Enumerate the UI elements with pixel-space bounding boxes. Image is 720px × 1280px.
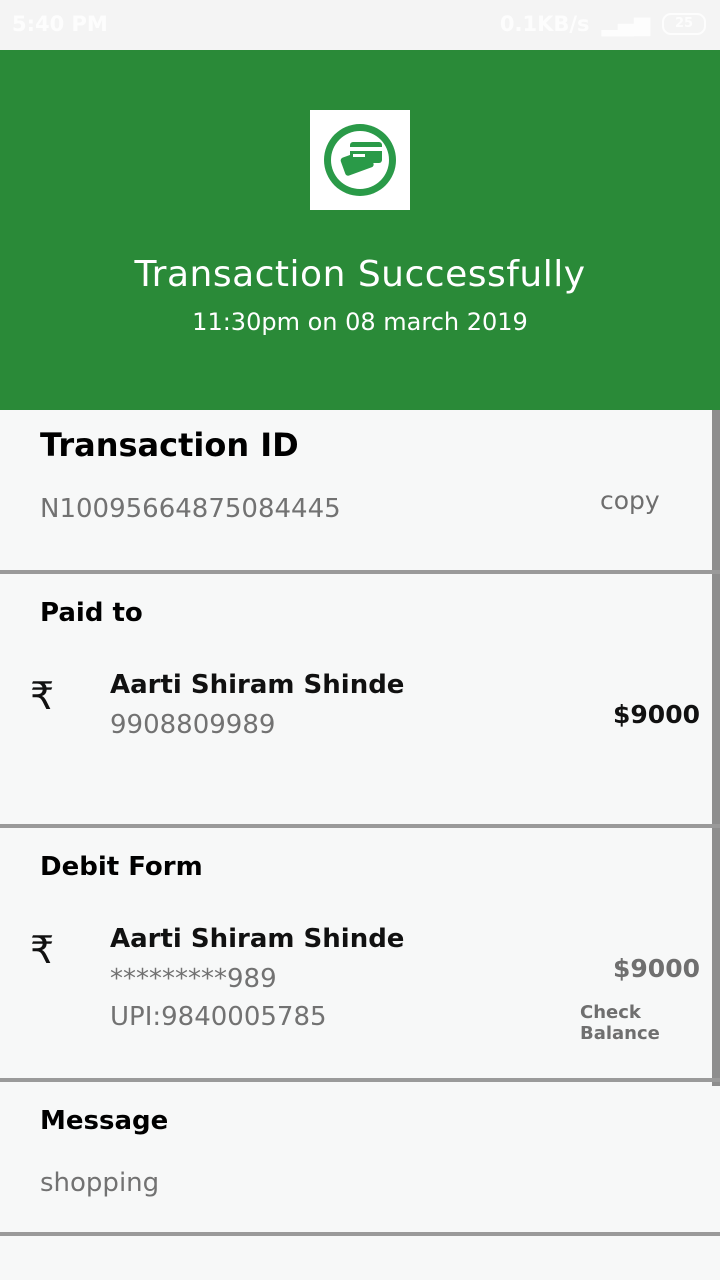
transaction-id-value: N10095664875084445 [40, 494, 341, 524]
upi-id: UPI:9840005785 [110, 1002, 327, 1032]
payee-name: Aarti Shiram Shinde [110, 670, 405, 700]
network-speed: 0.1KB/s [499, 12, 590, 36]
message-text: shopping [40, 1168, 160, 1198]
transaction-datetime: 11:30pm on 08 march 2019 [192, 308, 528, 336]
transaction-id-heading: Transaction ID [40, 426, 299, 464]
status-bar: 5:40 PM 0.1KB/s ▂▄▆ 25 [0, 0, 720, 50]
status-icons: 0.1KB/s ▂▄▆ 25 [500, 12, 706, 36]
page-title: Transaction Successfully [134, 254, 586, 295]
rupee-icon: ₹ [30, 674, 55, 718]
debit-account-name: Aarti Shiram Shinde [110, 924, 405, 954]
debit-from-section: Debit Form ₹ Aarti Shiram Shinde *******… [0, 828, 720, 1078]
paid-amount: $9000 [613, 700, 700, 729]
divider [0, 1232, 720, 1236]
debit-amount: $9000 [613, 954, 700, 983]
message-heading: Message [40, 1106, 169, 1136]
paid-to-heading: Paid to [40, 598, 143, 628]
debit-from-heading: Debit Form [40, 852, 203, 882]
success-header: Transaction Successfully 11:30pm on 08 m… [0, 50, 720, 410]
copy-button[interactable]: copy [600, 486, 660, 515]
masked-account-number: *********989 [110, 964, 277, 994]
signal-icon: ▂▄▆ [601, 12, 650, 36]
battery-level: 25 [674, 16, 694, 31]
payee-phone: 9908809989 [110, 710, 276, 740]
battery-icon: 25 [662, 13, 706, 35]
message-section: Message shopping [0, 1082, 720, 1232]
check-balance-button[interactable]: Check Balance [580, 1002, 720, 1044]
status-time: 5:40 PM [12, 12, 108, 36]
transaction-id-section: Transaction ID N10095664875084445 copy [0, 410, 720, 570]
paid-to-section: Paid to ₹ Aarti Shiram Shinde 9908809989… [0, 574, 720, 824]
rupee-icon: ₹ [30, 928, 55, 972]
card-payment-icon [310, 110, 410, 210]
